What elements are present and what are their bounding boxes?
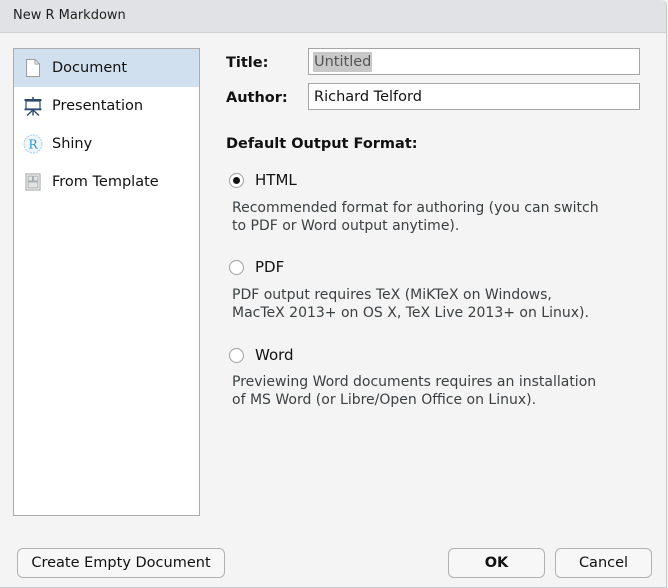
document-type-list: Document Presentation R Shiny From Templ…: [13, 48, 200, 516]
word-radio-label[interactable]: Word: [255, 346, 294, 364]
sidebar-item-label: Presentation: [52, 98, 144, 114]
svg-text:R: R: [28, 138, 38, 152]
dialog-titlebar[interactable]: New R Markdown: [0, 0, 666, 33]
pdf-description-line: MacTeX 2013+ on OS X, TeX Live 2013+ on …: [232, 305, 589, 321]
sidebar-item-presentation[interactable]: Presentation: [14, 87, 199, 125]
pdf-radio-label[interactable]: PDF: [255, 258, 284, 276]
output-format-heading: Default Output Format:: [226, 136, 418, 152]
template-icon: [23, 172, 43, 192]
word-description-line: of MS Word (or Libre/Open Office on Linu…: [232, 392, 537, 408]
sidebar-item-label: Document: [52, 60, 128, 76]
sidebar-item-label: From Template: [52, 174, 159, 190]
html-description: Recommended format for authoring (you ca…: [232, 199, 642, 235]
word-description-line: Previewing Word documents requires an in…: [232, 374, 597, 390]
word-description: Previewing Word documents requires an in…: [232, 373, 642, 409]
new-r-markdown-dialog: New R Markdown Document Presentation R S…: [0, 0, 667, 588]
title-label: Title:: [226, 55, 269, 71]
author-label: Author:: [226, 90, 288, 106]
word-radio[interactable]: [229, 347, 244, 363]
format-option-html[interactable]: HTML: [229, 171, 297, 189]
author-input[interactable]: [308, 83, 640, 110]
html-description-line: Recommended format for authoring (you ca…: [232, 200, 599, 216]
pdf-radio[interactable]: [229, 259, 244, 275]
pdf-description: PDF output requires TeX (MiKTeX on Windo…: [232, 286, 642, 322]
dialog-title: New R Markdown: [13, 8, 126, 23]
ok-button[interactable]: OK: [448, 548, 545, 578]
cancel-button[interactable]: Cancel: [555, 548, 652, 578]
format-option-pdf[interactable]: PDF: [229, 258, 284, 276]
html-description-line: to PDF or Word output anytime).: [232, 218, 460, 234]
html-radio-label[interactable]: HTML: [255, 171, 297, 189]
title-input-selected-text: Untitled: [313, 52, 373, 72]
presentation-easel-icon: [23, 96, 43, 116]
sidebar-item-shiny[interactable]: R Shiny: [14, 125, 199, 163]
sidebar-item-from-template[interactable]: From Template: [14, 163, 199, 201]
pdf-description-line: PDF output requires TeX (MiKTeX on Windo…: [232, 287, 552, 303]
sidebar-item-label: Shiny: [52, 136, 93, 152]
sidebar-item-document[interactable]: Document: [14, 49, 199, 87]
format-option-word[interactable]: Word: [229, 346, 294, 364]
html-radio[interactable]: [229, 172, 244, 188]
radio-selected-dot: [233, 176, 240, 184]
create-empty-document-button[interactable]: Create Empty Document: [17, 548, 225, 578]
shiny-r-icon: R: [23, 134, 43, 154]
document-icon: [23, 58, 43, 78]
